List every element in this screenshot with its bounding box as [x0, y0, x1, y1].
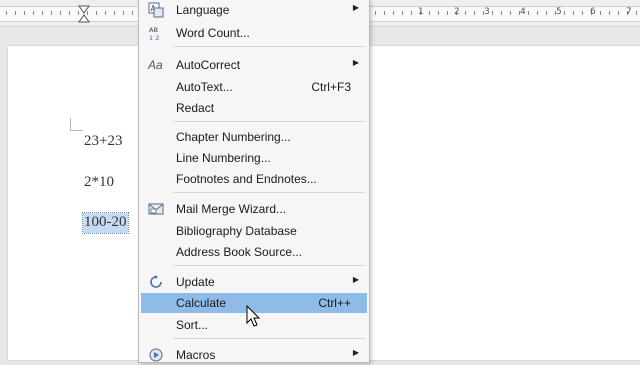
- ruler-tick: [501, 11, 502, 15]
- ruler-tick: [60, 11, 61, 15]
- menu-item-label: Address Book Source...: [176, 245, 303, 259]
- menu-item-line-numbering[interactable]: Line Numbering...: [141, 148, 367, 168]
- ruler-tick: [402, 11, 403, 15]
- ruler-tick: [636, 11, 637, 15]
- autocorrect-icon: Aa: [148, 58, 163, 72]
- menu-separator: [173, 265, 365, 266]
- menu-item-mail-merge[interactable]: Mail Merge Wizard...: [141, 199, 367, 219]
- submenu-arrow-icon: ▶: [352, 348, 359, 357]
- ruler-tick: [510, 11, 511, 15]
- menu-item-chapter-numbering[interactable]: Chapter Numbering...: [141, 127, 367, 147]
- menu-item-autocorrect[interactable]: Aa AutoCorrect ▶: [141, 55, 367, 75]
- page-margin-corner: [70, 118, 83, 131]
- menu-item-label: Language: [176, 3, 230, 17]
- svg-text:1 2: 1 2: [149, 34, 159, 41]
- menu-item-label: AutoCorrect: [176, 58, 241, 72]
- submenu-arrow-icon: ▶: [352, 58, 359, 67]
- document-line[interactable]: 2*10: [84, 174, 114, 191]
- ruler-tick: [609, 11, 610, 15]
- ruler-tick: [600, 11, 601, 15]
- menu-item-redact[interactable]: Redact: [141, 98, 367, 118]
- menu-item-label: Chapter Numbering...: [176, 130, 291, 144]
- svg-text:AB: AB: [149, 26, 158, 34]
- menu-item-label: Calculate: [176, 296, 227, 310]
- update-icon: [150, 275, 162, 288]
- menu-item-shortcut: Ctrl++: [318, 296, 351, 310]
- macros-icon: [149, 348, 163, 362]
- ruler-tick: [114, 11, 115, 15]
- mouse-pointer-icon: [246, 305, 261, 327]
- ruler-tick: [105, 11, 106, 15]
- document-line[interactable]: 23+23: [84, 133, 122, 150]
- ruler-tick: [51, 11, 52, 15]
- ruler-tick: [6, 11, 7, 15]
- menu-item-label: Update: [176, 275, 215, 289]
- indent-marker-icon[interactable]: [78, 5, 90, 23]
- ruler-number: 1: [418, 7, 424, 17]
- ruler-tick: [438, 11, 439, 15]
- menu-item-label: Footnotes and Endnotes...: [176, 172, 317, 186]
- ruler-tick: [42, 11, 43, 15]
- ruler-tick: [123, 11, 124, 15]
- ruler-number: 5: [556, 7, 562, 17]
- menu-item-update[interactable]: Update ▶: [141, 272, 367, 292]
- ruler-tick: [564, 11, 565, 15]
- ruler-tick: [393, 11, 394, 15]
- ruler-tick: [474, 11, 475, 15]
- ruler-tick: [465, 11, 466, 15]
- ruler-tick: [375, 11, 376, 15]
- word-count-icon: AB 1 2: [149, 26, 159, 41]
- ruler-tick: [582, 11, 583, 15]
- ruler-tick: [618, 11, 619, 15]
- ruler-tick: [33, 11, 34, 15]
- ruler-number: 2: [454, 7, 460, 17]
- submenu-arrow-icon: ▶: [352, 3, 359, 12]
- menu-item-address-book-source[interactable]: Address Book Source...: [141, 242, 367, 262]
- ruler-number: 3: [484, 7, 490, 17]
- menu-item-label: Line Numbering...: [176, 151, 271, 165]
- ruler-tick: [384, 11, 385, 15]
- submenu-arrow-icon: ▶: [352, 275, 359, 284]
- ruler-number: 6: [590, 7, 596, 17]
- ruler-number: 4: [520, 7, 526, 17]
- ruler-tick: [492, 11, 493, 15]
- menu-item-label: Mail Merge Wizard...: [176, 202, 287, 216]
- ruler-tick: [573, 11, 574, 15]
- menu-separator: [173, 192, 365, 193]
- ruler-tick: [546, 11, 547, 15]
- menu-item-macros[interactable]: Macros ▶: [141, 345, 367, 365]
- menu-item-word-count[interactable]: AB 1 2 Word Count...: [141, 23, 367, 43]
- ruler-tick: [429, 11, 430, 15]
- mail-merge-icon: [148, 203, 164, 215]
- ruler-tick: [96, 11, 97, 15]
- ruler-tick: [15, 11, 16, 15]
- menu-separator: [173, 338, 365, 339]
- menu-separator: [173, 46, 365, 47]
- menu-item-bibliography-database[interactable]: Bibliography Database: [141, 221, 367, 241]
- ruler-tick: [537, 11, 538, 15]
- menu-item-label: AutoText...: [176, 80, 233, 94]
- menu-separator: [173, 121, 365, 122]
- ruler-number: 7: [626, 7, 632, 17]
- selected-document-line[interactable]: 100-20: [82, 212, 129, 234]
- menu-item-label: Sort...: [176, 318, 209, 332]
- ruler-tick: [447, 11, 448, 15]
- menu-item-autotext[interactable]: AutoText... Ctrl+F3: [141, 77, 367, 97]
- menu-item-shortcut: Ctrl+F3: [311, 80, 351, 94]
- ruler-tick: [24, 11, 25, 15]
- ruler-tick: [411, 11, 412, 15]
- language-icon: A: [148, 2, 164, 18]
- menu-item-label: Redact: [176, 101, 215, 115]
- ruler-tick: [528, 11, 529, 15]
- menu-item-label: Word Count...: [176, 26, 250, 40]
- menu-item-language[interactable]: A Language ▶: [141, 0, 367, 20]
- menu-item-label: Bibliography Database: [176, 224, 297, 238]
- menu-item-footnotes[interactable]: Footnotes and Endnotes...: [141, 169, 367, 189]
- ruler-tick: [69, 11, 70, 15]
- ruler-tick: [132, 11, 133, 15]
